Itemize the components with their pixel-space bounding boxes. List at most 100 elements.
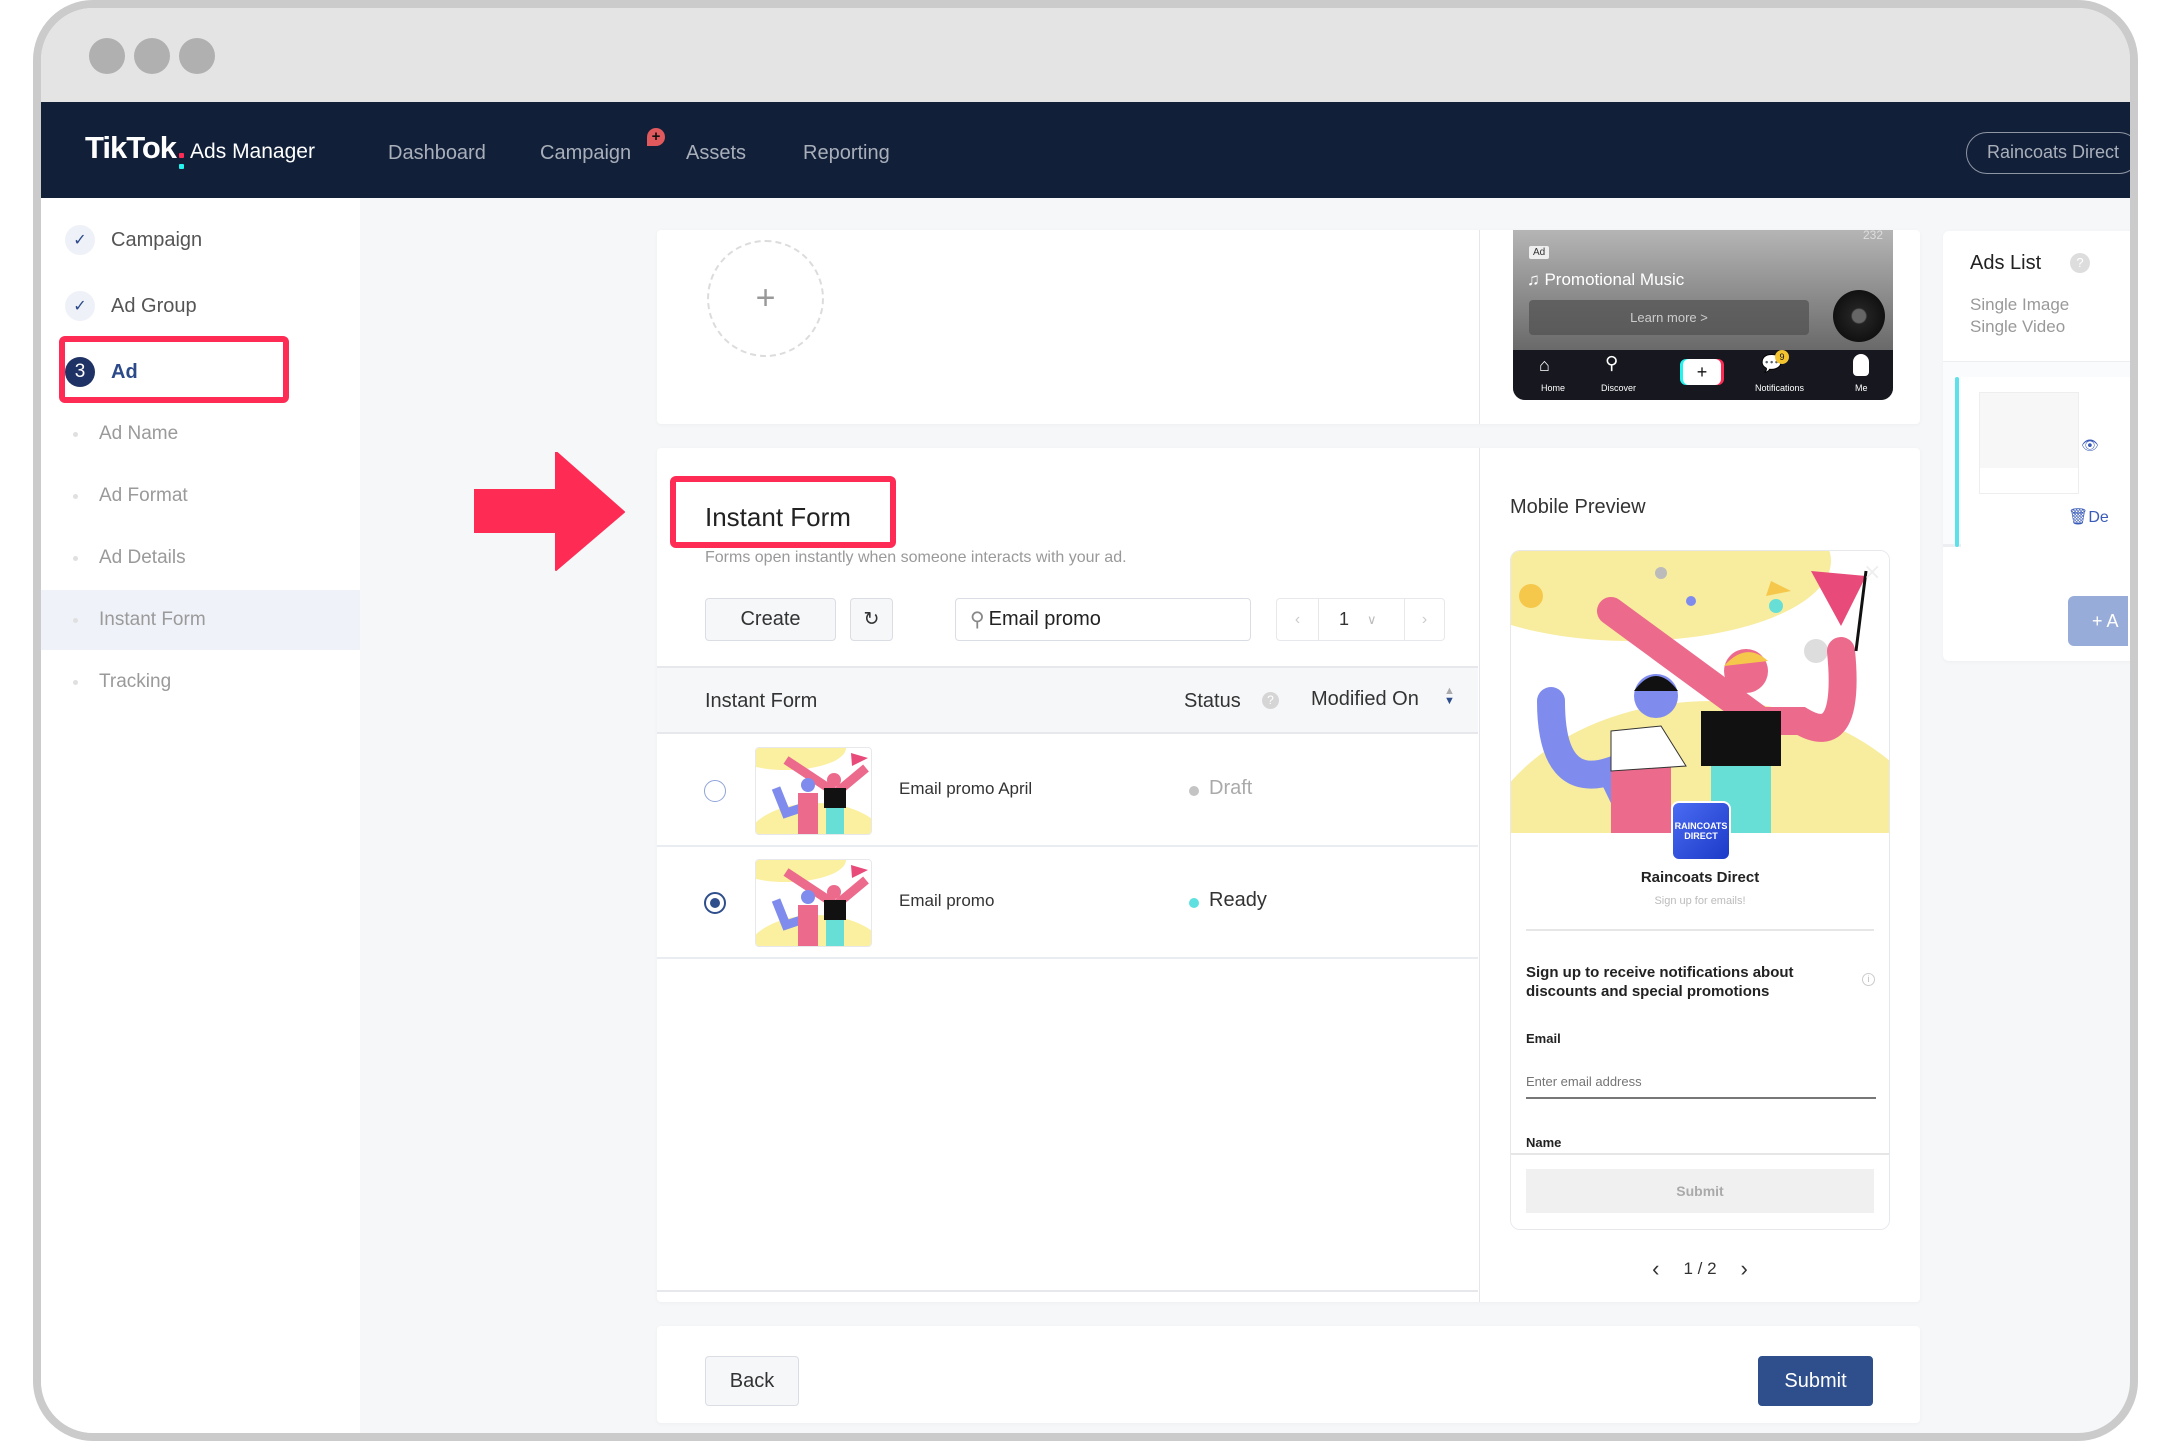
column-modified-on[interactable]: Modified On <box>1311 688 1419 711</box>
ads-list-title: Ads List <box>1970 252 2042 274</box>
refresh-icon[interactable]: ↻ <box>850 598 893 641</box>
minimize-window-dot[interactable] <box>134 38 170 74</box>
info-icon[interactable]: i <box>1862 973 1875 986</box>
column-label: Modified On <box>1311 688 1419 710</box>
substep-ad-format[interactable]: Ad Format <box>41 466 360 526</box>
mobile-preview-card: × RAINCOATS DIRECT Raincoats Direct Sign… <box>1510 550 1890 1230</box>
nav-assets[interactable]: Assets <box>686 142 746 165</box>
ad-list-item[interactable]: 👁 🗑De <box>1943 361 2130 547</box>
substep-ad-name[interactable]: Ad Name <box>41 404 360 464</box>
chevron-down-icon: ∨ <box>1367 611 1377 627</box>
add-ad-button[interactable]: + A <box>2068 596 2128 646</box>
substep-tracking[interactable]: Tracking <box>41 652 360 712</box>
ad-badge: Ad <box>1529 246 1550 259</box>
campaign-add-badge-icon[interactable]: + <box>647 128 665 146</box>
name-label: Name <box>1526 1135 1562 1150</box>
instant-form-card: Instant Form Forms open instantly when s… <box>657 448 1920 1302</box>
substep-label: Ad Details <box>99 547 186 568</box>
nav-dashboard[interactable]: Dashboard <box>388 142 486 165</box>
mobile-preview-title: Mobile Preview <box>1510 496 1646 518</box>
bullet-icon <box>73 493 78 499</box>
footer-bar: Back Submit <box>657 1326 1920 1423</box>
ads-list-panel: Ads List ? Single Image Single Video 👁 🗑… <box>1943 231 2130 661</box>
bullet-icon <box>73 555 78 561</box>
help-icon[interactable]: ? <box>2070 253 2090 273</box>
form-thumbnail <box>755 859 872 947</box>
table-row[interactable]: Email promo April Draft <box>657 735 1478 847</box>
search-input[interactable]: ⚲ Email promo <box>955 598 1251 641</box>
music-title: ♫ Promotional Music <box>1527 270 1685 289</box>
step-label: Campaign <box>111 228 203 251</box>
page-select[interactable]: 1 ∨ <box>1319 599 1405 640</box>
table-bottom-divider <box>657 1290 1478 1292</box>
learn-more-button[interactable]: Learn more > <box>1529 300 1809 335</box>
substep-instant-form[interactable]: Instant Form <box>41 590 360 650</box>
page-number: 1 <box>1339 609 1350 629</box>
form-headline: Sign up to receive notifications about d… <box>1526 964 1794 1000</box>
highlight-box-instant-form <box>670 476 896 548</box>
add-creative-icon[interactable]: + <box>707 240 824 357</box>
close-window-dot[interactable] <box>89 38 125 74</box>
sort-icon[interactable]: ▲ ▼ <box>1444 686 1455 707</box>
search-value: Email promo <box>988 608 1101 630</box>
email-label: Email <box>1526 1031 1561 1046</box>
highlight-box-ad-step <box>59 336 289 403</box>
video-count: 232 <box>1862 230 1883 242</box>
create-form-button[interactable]: Create <box>705 598 836 641</box>
pagination: ‹ 1 ∨ › <box>1276 598 1445 641</box>
logo-colon-icon <box>179 153 185 169</box>
preview-eye-icon[interactable]: 👁 <box>2081 437 2099 454</box>
preview-submit-button[interactable]: Submit <box>1526 1169 1874 1213</box>
nav-campaign[interactable]: Campaign <box>540 142 631 165</box>
profile-icon <box>1853 354 1869 376</box>
browser-window: TikTok Ads Manager Dashboard Campaign + … <box>33 0 2138 1441</box>
form-header-image: × <box>1511 551 1889 833</box>
prev-page-icon[interactable]: ‹ <box>1277 599 1319 640</box>
account-switcher[interactable]: Raincoats Direct <box>1965 132 2130 174</box>
search-icon: ⚲ <box>970 609 985 631</box>
submit-button[interactable]: Submit <box>1758 1356 1873 1406</box>
back-button[interactable]: Back <box>705 1356 799 1406</box>
delete-button[interactable]: 🗑De <box>2068 507 2109 527</box>
nav-reporting[interactable]: Reporting <box>803 142 890 165</box>
tiktok-ads-logo[interactable]: TikTok Ads Manager <box>85 130 315 169</box>
bullet-icon <box>73 431 78 437</box>
table-row[interactable]: Email promo Ready <box>657 847 1478 959</box>
email-field[interactable] <box>1526 1065 1876 1099</box>
form-name: Email promo <box>899 891 995 910</box>
help-icon[interactable]: ? <box>1262 692 1279 709</box>
phone-tab-bar: ⌂ Home ⚲ Discover + 💬 9 Notifications Me <box>1513 350 1893 400</box>
svg-text:×: × <box>1863 560 1881 585</box>
column-status: Status <box>1184 690 1241 712</box>
maximize-window-dot[interactable] <box>179 38 215 74</box>
step-ad-group[interactable]: ✓ Ad Group <box>65 291 197 321</box>
check-icon: ✓ <box>65 225 95 255</box>
brand-tagline: Sign up for emails! <box>1654 895 1746 907</box>
create-video-icon: + <box>1683 359 1721 385</box>
row-radio[interactable] <box>704 780 726 802</box>
tab-me: Me <box>1855 383 1868 393</box>
logo-brand: TikTok <box>85 130 177 165</box>
chevron-left-icon[interactable]: ‹ <box>1652 1256 1659 1282</box>
discover-icon: ⚲ <box>1605 353 1619 373</box>
ad-item-body: 👁 🗑De <box>1961 377 2130 547</box>
tab-notifications: Notifications <box>1755 383 1805 393</box>
substep-label: Instant Form <box>99 609 206 630</box>
row-radio-selected[interactable] <box>704 892 726 914</box>
substep-label: Tracking <box>99 671 172 692</box>
trash-icon: 🗑 <box>2068 509 2089 526</box>
ad-thumbnail-placeholder <box>1979 392 2079 494</box>
form-name: Email promo April <box>899 779 1033 798</box>
next-page-icon[interactable]: › <box>1405 599 1444 640</box>
chevron-right-icon[interactable]: › <box>1741 1256 1748 1282</box>
creative-card: + 232 Ad ♫ Promotional Music Learn more … <box>657 230 1920 424</box>
logo-product: Ads Manager <box>190 140 315 163</box>
panel-divider <box>1479 448 1480 1302</box>
check-icon: ✓ <box>65 291 95 321</box>
step-campaign[interactable]: ✓ Campaign <box>65 225 202 255</box>
pager-label: 1 / 2 <box>1683 1259 1717 1278</box>
ad-type: Single Video <box>1970 317 2066 336</box>
substep-ad-details[interactable]: Ad Details <box>41 528 360 588</box>
substep-label: Ad Format <box>99 485 188 506</box>
phone-preview: 232 Ad ♫ Promotional Music Learn more > … <box>1513 230 1893 400</box>
